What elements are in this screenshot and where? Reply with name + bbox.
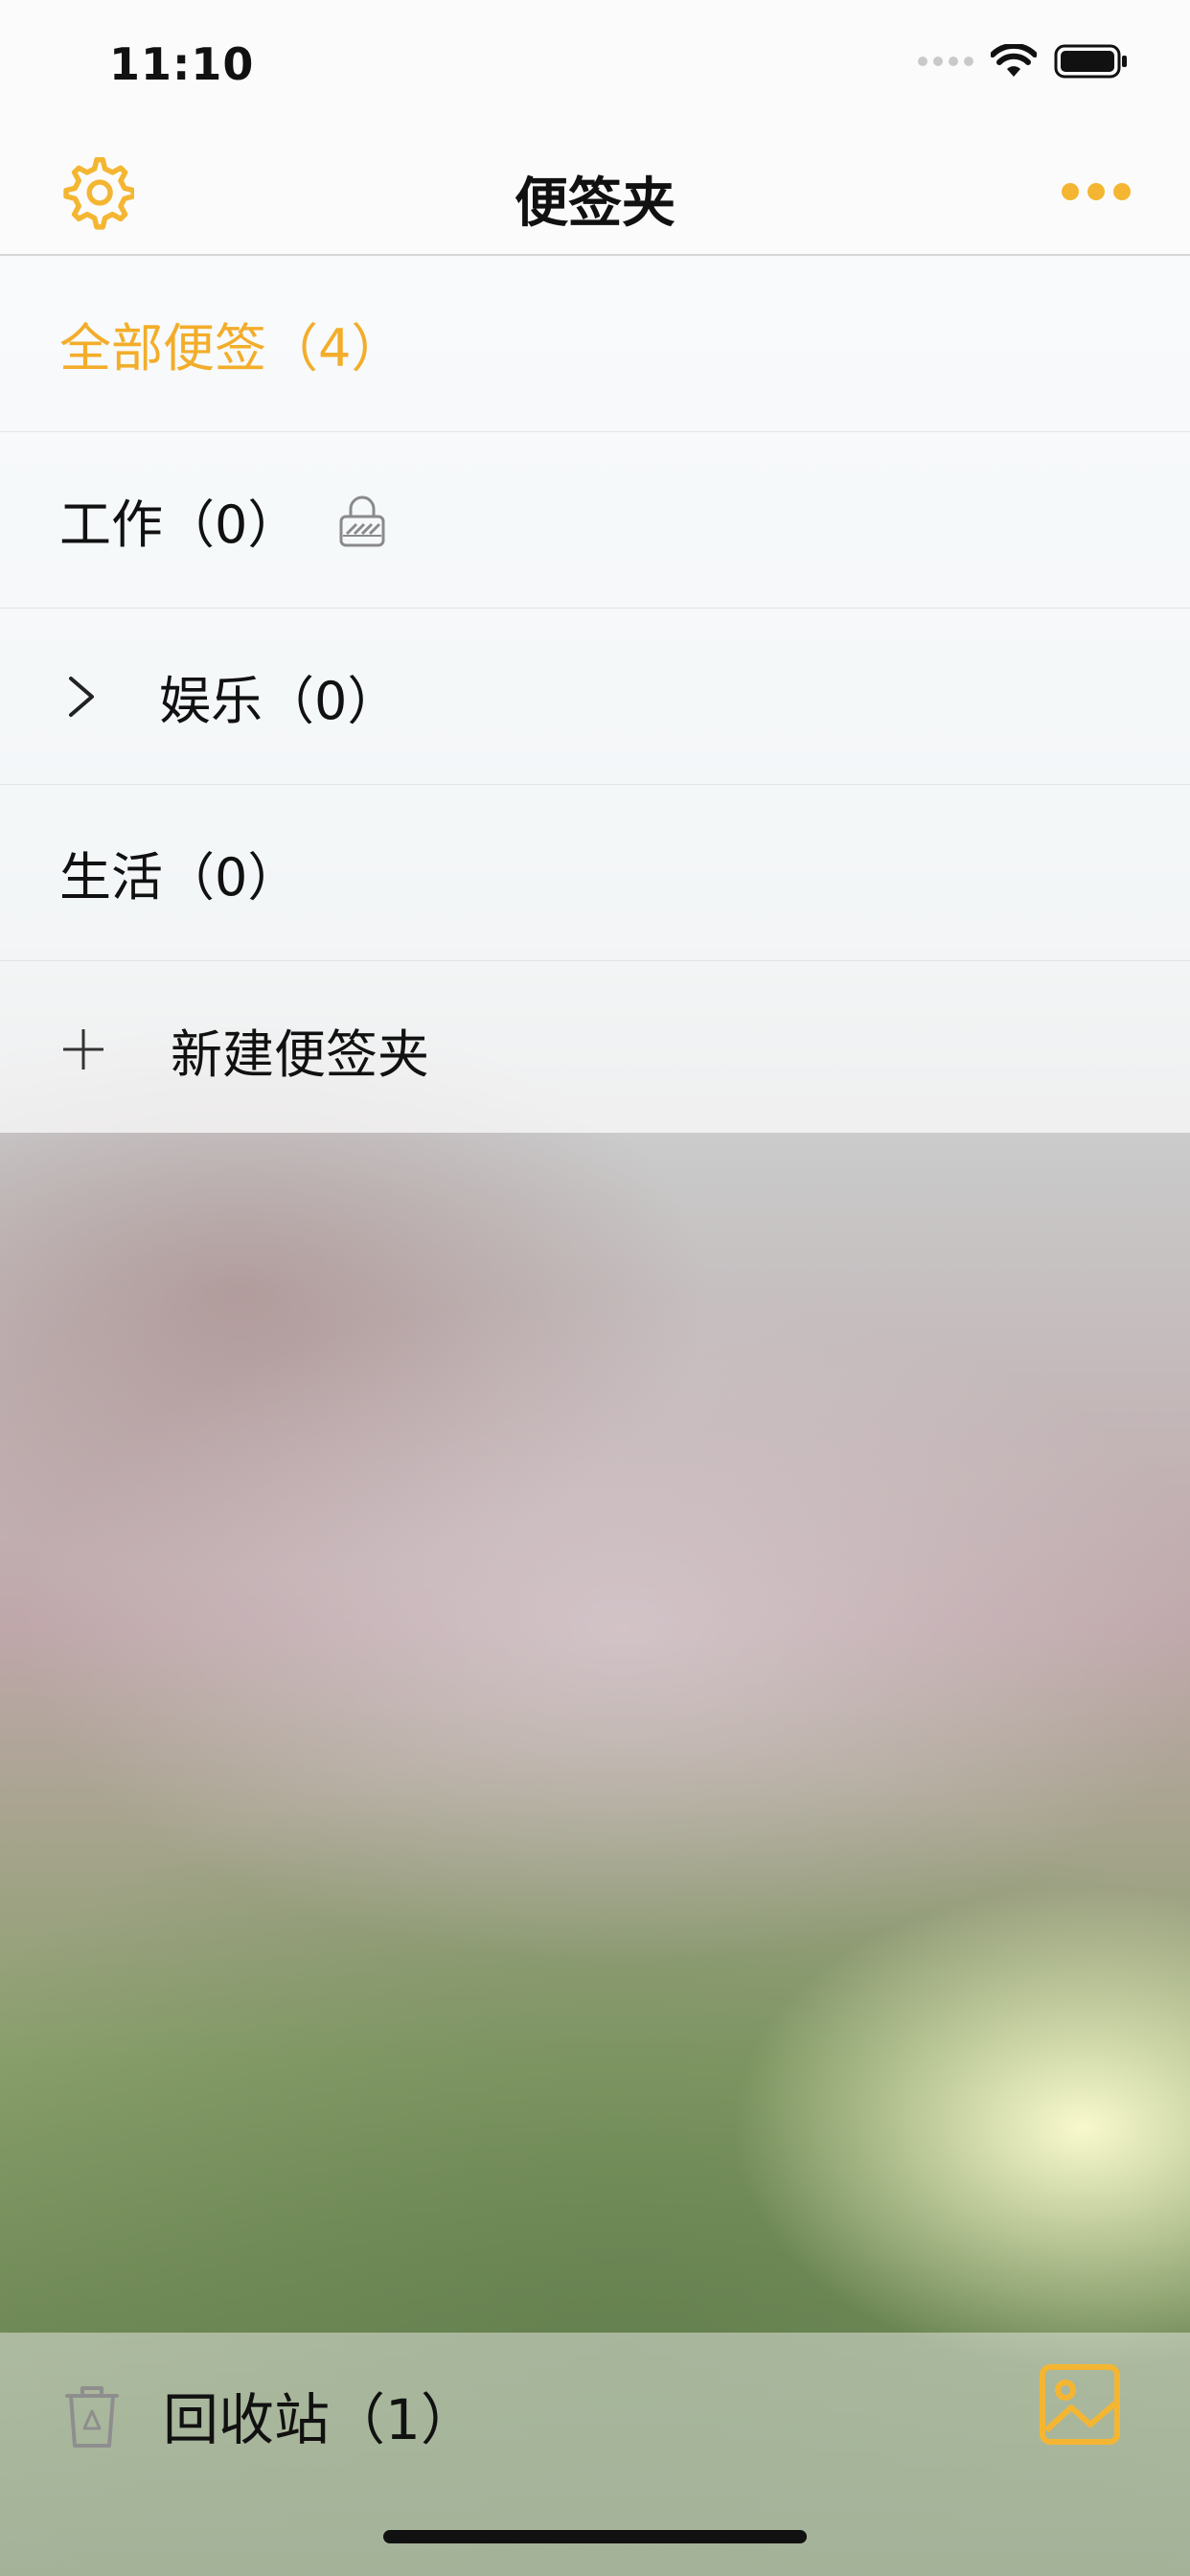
trash-icon[interactable] <box>59 2379 125 2451</box>
home-indicator <box>383 2530 807 2543</box>
folder-item-all[interactable]: 全部便签（4） <box>0 256 1190 432</box>
folder-label: 娱乐（0） <box>159 671 400 731</box>
folder-label: 工作（0） <box>59 494 300 555</box>
folder-item-work[interactable]: 工作（0） <box>0 432 1190 609</box>
wifi-icon <box>991 44 1037 77</box>
lock-icon <box>339 495 385 546</box>
image-icon[interactable] <box>1037 2361 1123 2448</box>
plus-icon <box>63 1029 103 1070</box>
more-dots-icon[interactable] <box>1062 175 1131 208</box>
folder-item-life[interactable]: 生活（0） <box>0 785 1190 961</box>
folder-item-entertainment[interactable]: 娱乐（0） <box>0 609 1190 785</box>
status-icons <box>918 43 1129 80</box>
trash-label[interactable]: 回收站（1） <box>163 2375 476 2455</box>
page-title: 便签夹 <box>515 172 675 235</box>
battery-icon <box>1054 44 1127 79</box>
folder-label: 全部便签（4） <box>59 318 403 379</box>
navigation-bar: 便签夹 <box>0 129 1190 256</box>
cellular-signal-icon <box>918 57 973 66</box>
new-folder-button[interactable]: 新建便签夹 <box>0 961 1190 1138</box>
folder-list: 全部便签（4） 工作（0） 娱乐（0） 生活（0） 新建便签夹 <box>0 256 1190 1133</box>
new-folder-label: 新建便签夹 <box>171 1024 429 1085</box>
status-bar: 11:10 <box>0 0 1190 129</box>
status-time: 11:10 <box>109 38 255 90</box>
chevron-right-icon[interactable] <box>59 673 107 721</box>
folder-label: 生活（0） <box>59 847 300 908</box>
